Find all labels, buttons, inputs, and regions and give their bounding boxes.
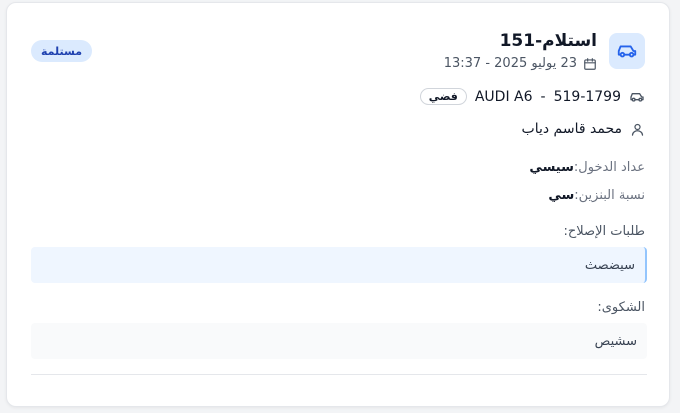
- fuel-row: نسبة البنزين: سي: [548, 188, 645, 203]
- fuel-label: نسبة البنزين:: [574, 188, 645, 203]
- vehicle-color-chip: فضي: [419, 88, 467, 105]
- car-badge: [609, 33, 645, 69]
- complaints-label: الشكوى:: [597, 300, 645, 315]
- date-row: 23 يوليو 2025 - 13:37: [444, 56, 597, 71]
- car-icon: [629, 89, 645, 105]
- divider: [31, 374, 647, 375]
- car-icon: [616, 40, 638, 62]
- calendar-icon: [583, 57, 597, 71]
- repairs-value: سيضصث: [584, 257, 635, 273]
- repairs-box: سيضصث: [31, 247, 647, 283]
- repairs-label: طلبات الإصلاح:: [563, 224, 646, 239]
- odometer-value: سيسي: [529, 160, 574, 175]
- user-icon: [630, 122, 645, 137]
- vehicle-plate: 519-1799: [553, 88, 621, 105]
- receipt-card[interactable]: استلام-151 23 يوليو 2025 - 13:37 مستلمة …: [6, 2, 670, 407]
- owner-row: محمد قاسم دياب: [522, 121, 645, 137]
- fuel-value: سي: [548, 188, 575, 203]
- owner-name: محمد قاسم دياب: [521, 121, 622, 137]
- vehicle-separator: -: [540, 88, 546, 105]
- odometer-row: عداد الدخول: سيسي: [529, 160, 645, 175]
- complaints-box: سشيص: [31, 323, 647, 359]
- receipt-title: استلام-151: [499, 31, 597, 51]
- status-badge: مستلمة: [31, 40, 93, 62]
- odometer-label: عداد الدخول:: [573, 160, 645, 175]
- receipt-date: 23 يوليو 2025 - 13:37: [443, 56, 577, 71]
- vehicle-info: AUDI A6 - 519-1799: [475, 89, 621, 105]
- vehicle-row: AUDI A6 - 519-1799 فضي: [419, 88, 645, 105]
- vehicle-model: AUDI A6: [474, 88, 533, 105]
- complaints-value: سشيص: [594, 333, 637, 349]
